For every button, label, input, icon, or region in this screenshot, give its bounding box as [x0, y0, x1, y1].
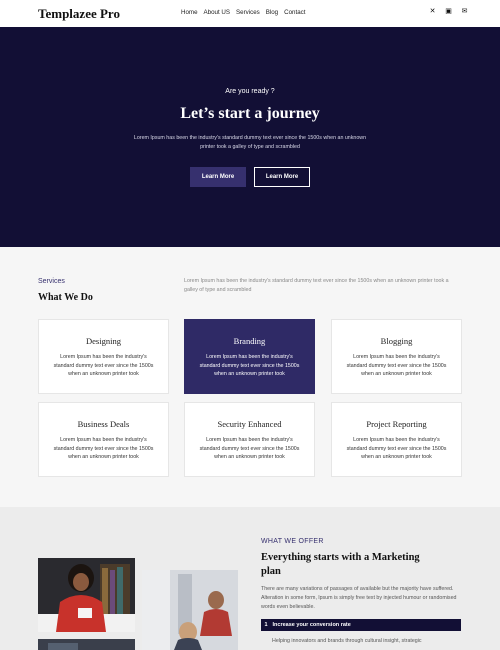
offer-title: Everything starts with a Marketing plan — [261, 552, 420, 577]
team-photo-woman-red-sweater — [38, 558, 135, 632]
offer-description: There are many variations of passages of… — [261, 586, 457, 610]
hero-section: Are you ready ? Let’s start a journey Lo… — [0, 27, 500, 247]
services-section: Services What We Do Lorem Ipsum has been… — [0, 247, 500, 507]
accordion-number: 1 — [264, 622, 268, 628]
service-card-text: Lorem Ipsum has been the industry's stan… — [346, 354, 447, 377]
service-card-title: Business Deals — [77, 419, 130, 429]
nav-services[interactable]: Services — [236, 9, 260, 16]
service-card-security-enhanced[interactable]: Security Enhanced Lorem Ipsum has been t… — [184, 402, 315, 477]
service-card-title: Security Enhanced — [217, 419, 282, 429]
service-card-text: Lorem Ipsum has been the industry's stan… — [199, 437, 300, 460]
team-photo-office — [142, 570, 238, 650]
service-card-title: Blogging — [380, 336, 413, 346]
learn-more-outline-button[interactable]: Learn More — [254, 167, 310, 187]
accordion-header[interactable]: 1 Increase your conversion rate — [261, 619, 461, 631]
service-card-text: Lorem Ipsum has been the industry's stan… — [346, 437, 447, 460]
nav-about[interactable]: About US — [204, 9, 230, 16]
email-icon[interactable]: ✉ — [461, 8, 468, 15]
hero-description: Lorem Ipsum has been the industry's stan… — [133, 135, 367, 150]
site-logo[interactable]: Templazee Pro — [38, 6, 120, 22]
service-card-blogging[interactable]: Blogging Lorem Ipsum has been the indust… — [331, 319, 462, 394]
learn-more-primary-button[interactable]: Learn More — [190, 167, 246, 187]
service-card-designing[interactable]: Designing Lorem Ipsum has been the indus… — [38, 319, 169, 394]
service-card-business-deals[interactable]: Business Deals Lorem Ipsum has been the … — [38, 402, 169, 477]
hero-title: Let’s start a journey — [180, 105, 320, 122]
hero-kicker: Are you ready ? — [225, 88, 275, 95]
service-card-project-reporting[interactable]: Project Reporting Lorem Ipsum has been t… — [331, 402, 462, 477]
services-heading: What We Do — [38, 292, 93, 303]
accordion-label: Increase your conversion rate — [272, 622, 351, 628]
social-links: ✕ ▣ ✉ — [429, 8, 468, 15]
nav-contact[interactable]: Contact — [284, 9, 305, 16]
service-card-text: Lorem Ipsum has been the industry's stan… — [53, 437, 154, 460]
services-description: Lorem Ipsum has been the industry's stan… — [184, 278, 449, 293]
offer-kicker: WHAT WE OFFER — [261, 538, 324, 545]
service-card-title: Project Reporting — [366, 419, 427, 429]
accordion-content: Helping innovators and brands through cu… — [272, 638, 422, 644]
service-card-text: Lorem Ipsum has been the industry's stan… — [53, 354, 154, 377]
service-card-branding[interactable]: Branding Lorem Ipsum has been the indust… — [184, 319, 315, 394]
service-card-title: Designing — [86, 336, 121, 346]
service-card-title: Branding — [233, 336, 266, 346]
services-kicker: Services — [38, 278, 65, 285]
linkedin-icon[interactable]: ▣ — [445, 8, 452, 15]
nav-home[interactable]: Home — [181, 9, 198, 16]
service-card-text: Lorem Ipsum has been the industry's stan… — [199, 354, 300, 377]
site-header: Templazee Pro Home About US Services Blo… — [0, 0, 500, 27]
nav-blog[interactable]: Blog — [266, 9, 278, 16]
main-nav: Home About US Services Blog Contact — [181, 9, 305, 16]
x-icon[interactable]: ✕ — [429, 8, 436, 15]
team-photo-bottom — [38, 639, 135, 650]
